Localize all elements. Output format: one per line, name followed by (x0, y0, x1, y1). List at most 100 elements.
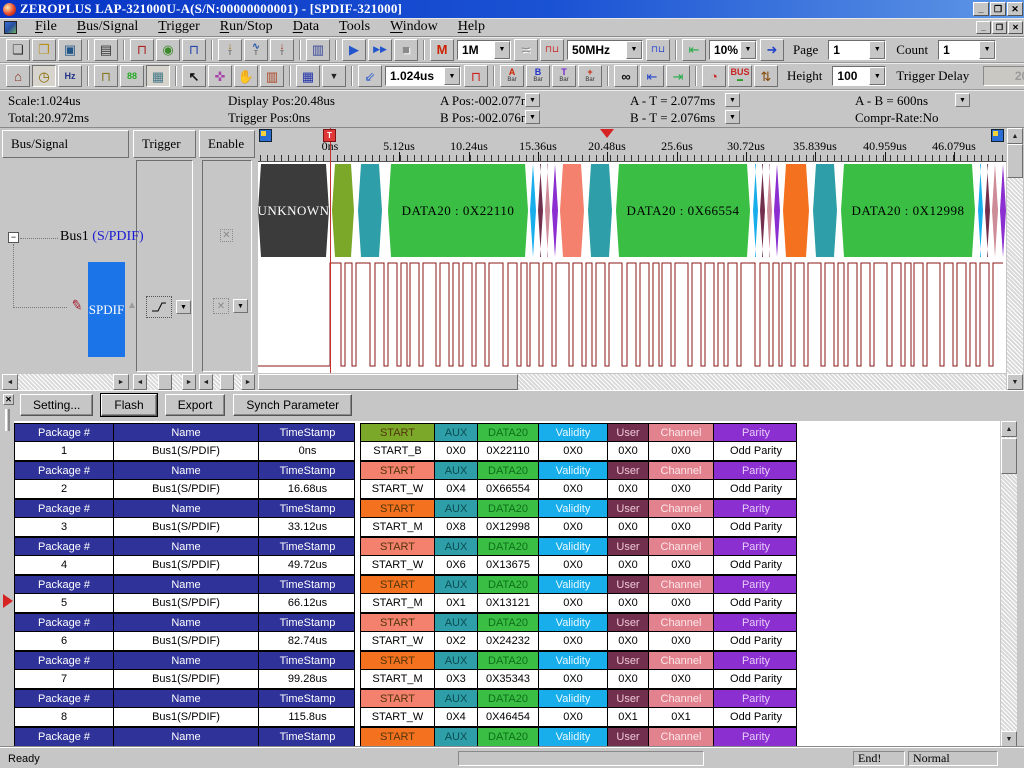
package-value-row[interactable]: 6Bus1(S/PDIF)82.74us (15, 632, 354, 650)
package-value-row[interactable]: START_B0X00X221100X00X00X0Odd Parity (361, 442, 796, 460)
pulse-search-button[interactable]: ⊓ (464, 65, 488, 87)
table-vscroll-up[interactable]: ▲ (1001, 421, 1017, 437)
chevron-down-icon[interactable]: ▼ (740, 41, 756, 59)
mdi-restore-button[interactable]: ❐ (992, 21, 1007, 34)
package-value-row[interactable]: START_W0X20X242320X00X00X0Odd Parity (361, 632, 796, 650)
bus-hscroll-left[interactable]: ◄ (2, 374, 18, 390)
a-pos-dropdown[interactable]: ▼ (525, 93, 540, 107)
package-value-row[interactable]: START_W0X40X665540X00X00X0Odd Parity (361, 480, 796, 498)
package-value-row[interactable]: START_M0X10X131210X00X00X0Odd Parity (361, 594, 796, 612)
enable-hscroll-left[interactable]: ◄ (199, 374, 213, 390)
chevron-down-icon[interactable]: ▼ (626, 41, 642, 59)
synch-parameter-button[interactable]: Synch Parameter (233, 394, 352, 416)
trigger-mark-r-button[interactable]: ↓T (270, 39, 294, 61)
menu-help[interactable]: Help (448, 18, 495, 36)
a-t-dropdown[interactable]: ▼ (725, 93, 740, 107)
sampling-frequency-icon[interactable]: ⊓⊔ (540, 39, 564, 61)
menu-file[interactable]: File (25, 18, 67, 36)
home-button[interactable]: ⌂ (6, 65, 30, 87)
trigger-position-select[interactable]: 10%▼ (709, 40, 757, 60)
refresh-rate-button[interactable]: ◔ (702, 65, 726, 87)
waveform-area[interactable]: 0ns5.12us10.24us15.36us20.48us25.6us30.7… (258, 128, 1006, 373)
signal-enable-checkbox[interactable]: ✕ (213, 298, 229, 314)
wave-hscroll-thumb[interactable] (258, 374, 518, 390)
minimize-button[interactable]: _ (973, 2, 989, 16)
pointer-tool-button[interactable]: ↖ (182, 65, 206, 87)
add-bar-button[interactable]: +Bar (578, 65, 602, 87)
noise-filter-button[interactable]: ◉ (156, 39, 180, 61)
bus-hscroll-right[interactable]: ► (113, 374, 129, 390)
waveform-view-button[interactable]: ⊓ (94, 65, 118, 87)
chart-tool-button[interactable]: ▥ (260, 65, 284, 87)
prev-transition-button[interactable]: ⇤ (640, 65, 664, 87)
trigger-edge-dropdown[interactable]: ▼ (176, 300, 191, 314)
stack-panel-button[interactable]: ▥ (306, 39, 330, 61)
wave-mode-dropdown[interactable]: ▼ (322, 65, 346, 87)
export-button[interactable]: Export (165, 394, 226, 416)
height-select[interactable]: 100▼ (832, 66, 886, 86)
package-value-row[interactable]: 8Bus1(S/PDIF)115.8us (15, 708, 354, 726)
goto-trigger-button[interactable]: ➜ (760, 39, 784, 61)
save-file-button[interactable]: ▣ (58, 39, 82, 61)
table-vscroll-down[interactable]: ▼ (1001, 731, 1017, 747)
b-t-dropdown[interactable]: ▼ (725, 110, 740, 124)
close-button[interactable]: ✕ (1007, 2, 1023, 16)
package-value-row[interactable]: 3Bus1(S/PDIF)33.12us (15, 518, 354, 536)
b-bar-button[interactable]: BBar (526, 65, 550, 87)
menu-bus-signal[interactable]: Bus/Signal (67, 18, 148, 36)
package-value-row[interactable]: 2Bus1(S/PDIF)16.68us (15, 480, 354, 498)
hand-tool-button[interactable]: ✋ (234, 65, 258, 87)
zoom-to-bar-button[interactable]: ⇙ (358, 65, 382, 87)
menu-run-stop[interactable]: Run/Stop (210, 18, 283, 36)
b-pos-dropdown[interactable]: ▼ (525, 110, 540, 124)
trigger-hscroll-left[interactable]: ◄ (133, 374, 147, 390)
pulse-width-trigger-button[interactable]: ⊓ (130, 39, 154, 61)
next-transition-button[interactable]: ⇥ (666, 65, 690, 87)
trigger-mark-b-button[interactable]: ↓T (218, 39, 242, 61)
bus-hscroll-track[interactable] (18, 374, 113, 390)
package-value-row[interactable]: 4Bus1(S/PDIF)49.72us (15, 556, 354, 574)
run-button[interactable]: ▶ (342, 39, 366, 61)
trigger-flag-icon[interactable]: T (323, 129, 336, 142)
trigger-delay-field[interactable]: 20ns (983, 66, 1024, 86)
repeat-run-button[interactable]: ▶▶ (368, 39, 392, 61)
wave-vscroll-down[interactable]: ▼ (1007, 374, 1023, 390)
clock-button[interactable]: ◷ (32, 65, 56, 87)
display-position-marker[interactable] (600, 129, 614, 138)
enable-hscroll-thumb[interactable] (220, 374, 234, 390)
find-button[interactable]: ∞ (614, 65, 638, 87)
mdi-minimize-button[interactable]: _ (976, 21, 991, 34)
chevron-down-icon[interactable]: ▼ (869, 67, 885, 85)
panel-close-button[interactable]: ✕ (3, 394, 14, 405)
scale-select[interactable]: 1.024us▼ (385, 66, 461, 86)
maximize-button[interactable]: ❐ (990, 2, 1006, 16)
menu-window[interactable]: Window (380, 18, 448, 36)
print-button[interactable]: ▤ (94, 39, 118, 61)
signal-enable-dropdown[interactable]: ▼ (233, 299, 248, 313)
package-value-row[interactable]: 7Bus1(S/PDIF)99.28us (15, 670, 354, 688)
memory-depth-icon[interactable]: M (430, 39, 454, 61)
select-tool-button[interactable]: ✜ (208, 65, 232, 87)
chevron-down-icon[interactable]: ▼ (494, 41, 510, 59)
package-value-row[interactable]: START_M0X30X353430X00X00X0Odd Parity (361, 670, 796, 688)
new-file-button[interactable]: ❏ (6, 39, 30, 61)
a-b-dropdown[interactable]: ▼ (955, 93, 970, 107)
chevron-down-icon[interactable]: ▼ (444, 67, 460, 85)
bus-enable-checkbox[interactable]: ✕ (220, 229, 233, 242)
memory-depth-select[interactable]: 1M▼ (457, 40, 511, 60)
chevron-down-icon[interactable]: ▼ (869, 41, 885, 59)
trigger-edge-button[interactable] (146, 296, 172, 318)
menu-tools[interactable]: Tools (329, 18, 380, 36)
bus-label[interactable]: Bus1 (S/PDIF) (60, 229, 144, 245)
listing-view-button[interactable]: 88 (120, 65, 144, 87)
frequency-button[interactable]: Hz (58, 65, 82, 87)
collapse-bus-button[interactable]: − (8, 232, 19, 243)
a-bar-button[interactable]: ABar (500, 65, 524, 87)
trigger-hscroll-thumb[interactable] (158, 374, 172, 390)
signal-color-block[interactable]: SPDIF (88, 262, 125, 357)
ruler-right-icon[interactable] (991, 129, 1004, 142)
trigger-mark-t-button[interactable]: ∿T (244, 39, 268, 61)
count-select[interactable]: 1▼ (938, 40, 996, 60)
setting-button[interactable]: Setting... (20, 394, 93, 416)
trigger-position-icon[interactable]: ⇤ (682, 39, 706, 61)
